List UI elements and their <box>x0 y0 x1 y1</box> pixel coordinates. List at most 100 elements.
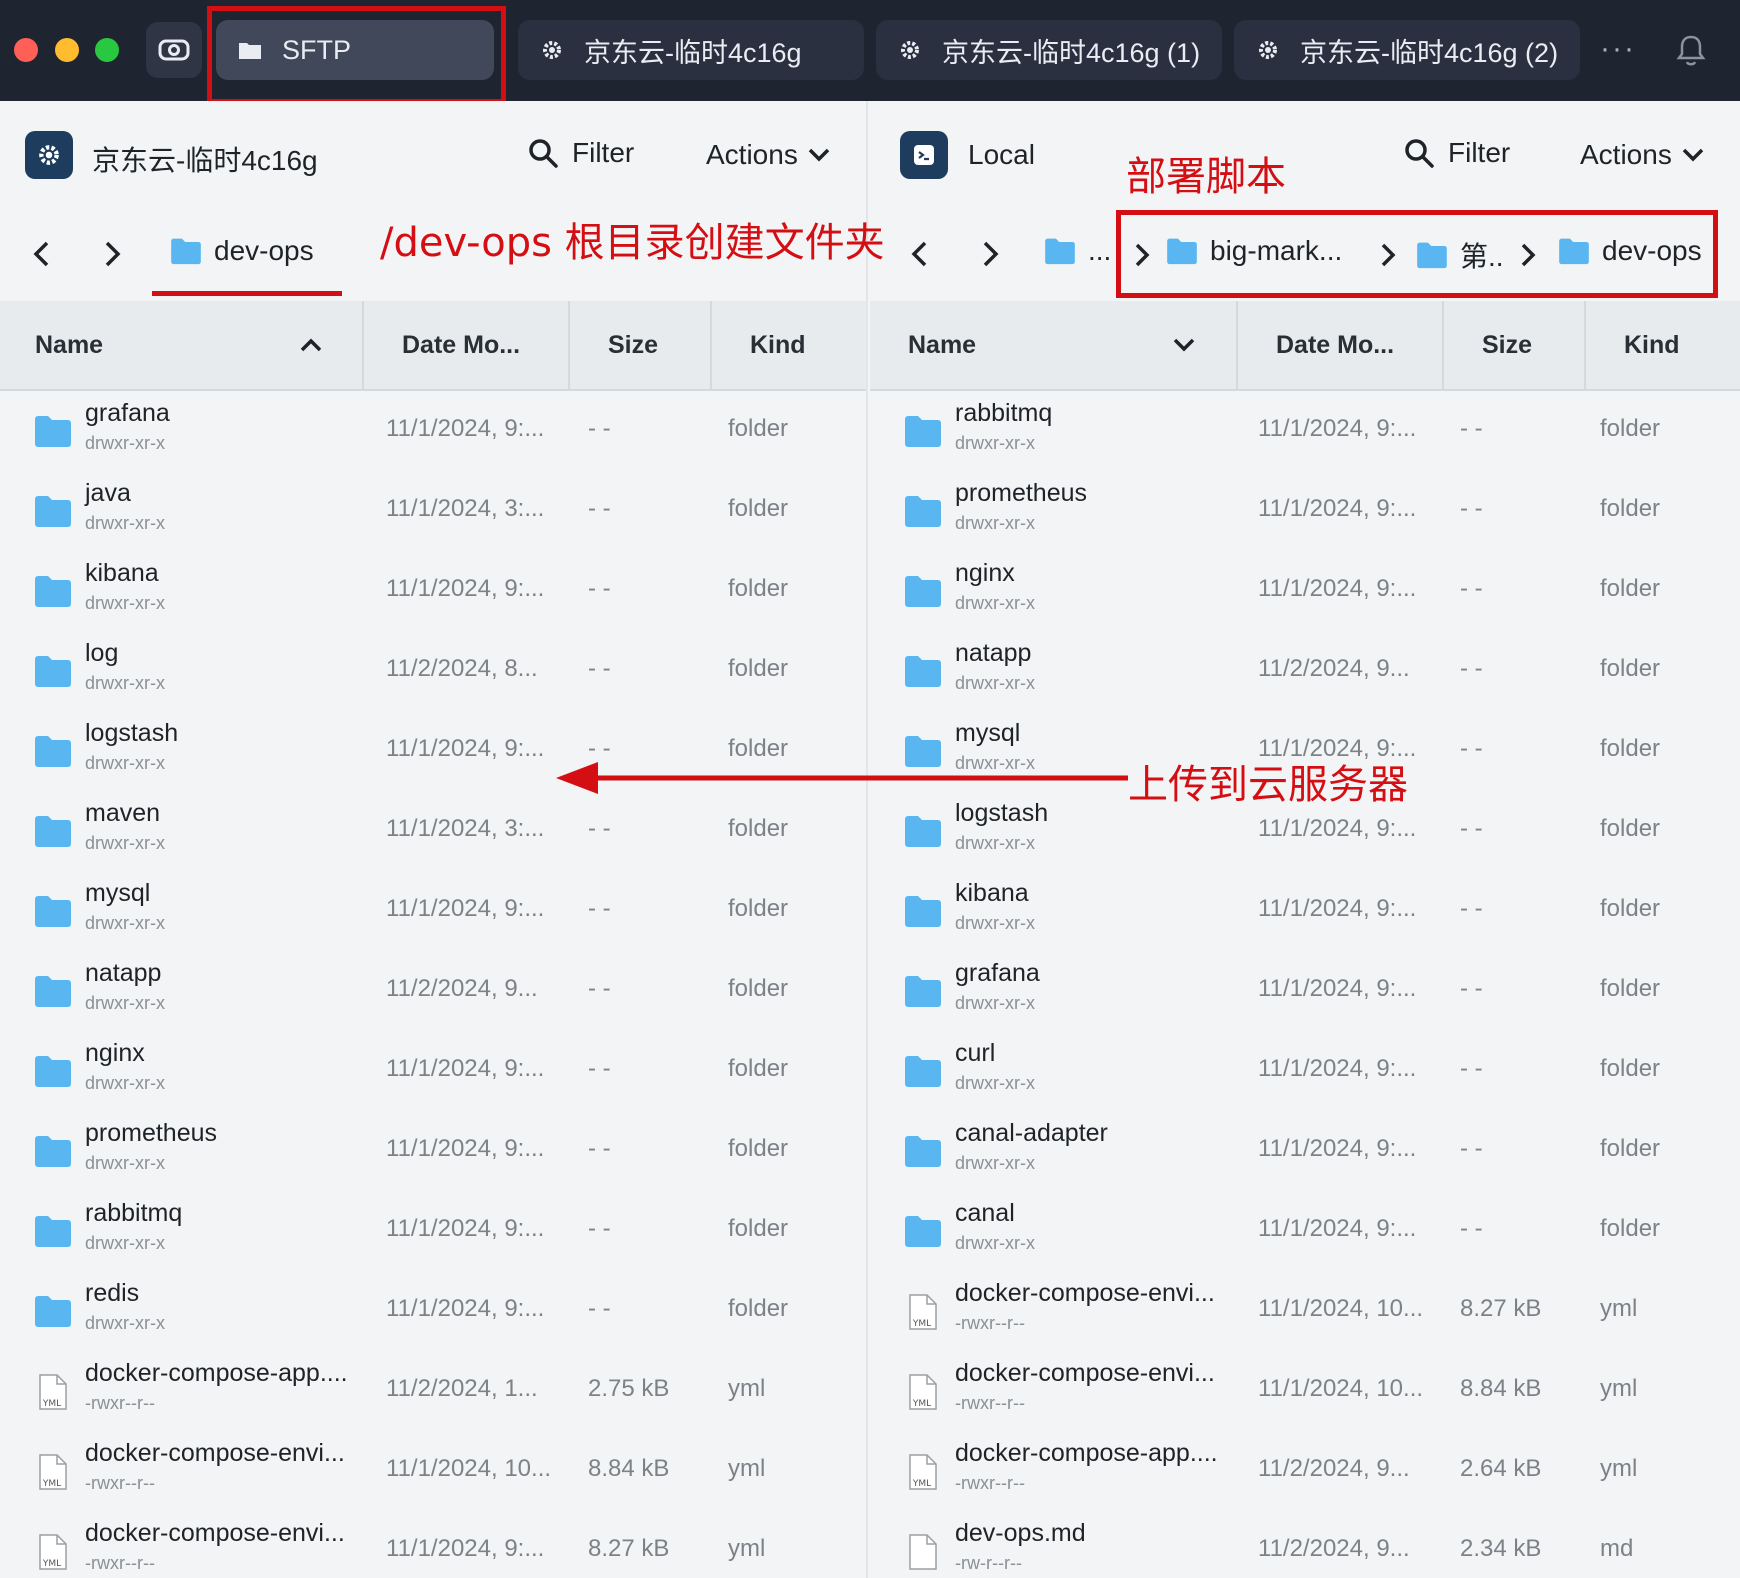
table-row[interactable]: redis drwxr-xr-x 11/1/2024, 9:... - - folder <box>0 1271 866 1351</box>
back-button[interactable] <box>30 239 54 269</box>
kind-column-header[interactable]: Kind <box>710 301 866 389</box>
yml-file-icon: YML <box>38 1533 76 1570</box>
file-date: 11/1/2024, 9:... <box>1258 415 1417 442</box>
breadcrumb-item[interactable]: dev-ops <box>170 235 314 267</box>
file-date: 11/1/2024, 9:... <box>1258 1055 1417 1082</box>
file-kind: folder <box>1600 1215 1661 1242</box>
vaults-button[interactable] <box>146 22 202 78</box>
date-column-header[interactable]: Date Mo... <box>1236 301 1442 389</box>
actions-menu[interactable]: Actions <box>1580 139 1704 171</box>
file-kind: folder <box>728 1295 789 1322</box>
file-kind: yml <box>728 1375 766 1402</box>
table-row[interactable]: curl drwxr-xr-x 11/1/2024, 9:... - - folder <box>870 1031 1740 1111</box>
folder-icon <box>904 573 942 609</box>
table-row[interactable]: dev-ops.md -rw-r--r-- 11/2/2024, 9... 2.34 … <box>870 1511 1740 1578</box>
table-row[interactable]: grafana drwxr-xr-x 11/1/2024, 9:... - - fold… <box>870 951 1740 1031</box>
table-row[interactable]: natapp drwxr-xr-x 11/2/2024, 9... - - folder <box>0 951 866 1031</box>
more-tabs-button[interactable]: ··· <box>1600 32 1636 66</box>
forward-button[interactable] <box>100 239 124 269</box>
table-row[interactable]: nginx drwxr-xr-x 11/1/2024, 9:... - - folder <box>0 1031 866 1111</box>
kind-column-header[interactable]: Kind <box>1584 301 1740 389</box>
back-button[interactable] <box>908 239 932 269</box>
table-row[interactable]: YML docker-compose-envi... -rwxr--r-- 11/1/… <box>870 1271 1740 1351</box>
file-permissions: drwxr-xr-x <box>955 593 1035 613</box>
actions-label: Actions <box>1580 139 1672 170</box>
file-size: 8.27 kB <box>1460 1295 1542 1322</box>
file-name: docker-compose-envi... <box>85 1519 345 1547</box>
file-kind: folder <box>728 895 789 922</box>
file-size: - - <box>1460 415 1483 442</box>
file-date: 11/1/2024, 9:... <box>386 895 545 922</box>
folder-icon <box>34 573 72 609</box>
table-row[interactable]: YML docker-compose-app.... -rwxr--r-- 11/2/… <box>870 1431 1740 1511</box>
table-row[interactable]: java drwxr-xr-x 11/1/2024, 3:... - - folder <box>0 471 866 551</box>
file-date: 11/2/2024, 9... <box>386 975 538 1002</box>
file-size: - - <box>588 495 611 522</box>
table-row[interactable]: natapp drwxr-xr-x 11/2/2024, 9... - - folder <box>870 631 1740 711</box>
close-window-button[interactable] <box>14 38 38 62</box>
breadcrumb-item[interactable]: ... <box>1044 235 1111 267</box>
file-permissions: -rwxr--r-- <box>955 1393 1025 1413</box>
chevron-down-icon <box>1682 148 1704 162</box>
forward-button[interactable] <box>978 239 1002 269</box>
table-row[interactable]: maven drwxr-xr-x 11/1/2024, 3:... - - folder <box>0 791 866 871</box>
table-row[interactable]: log drwxr-xr-x 11/2/2024, 8... - - folder <box>0 631 866 711</box>
file-name: maven <box>85 799 161 827</box>
name-column-header[interactable]: Name <box>35 301 355 389</box>
yml-file-icon: YML <box>38 1453 76 1490</box>
table-row[interactable]: canal drwxr-xr-x 11/1/2024, 9:... - - folder <box>870 1191 1740 1271</box>
folder-icon <box>904 653 942 689</box>
actions-menu[interactable]: Actions <box>706 139 830 171</box>
tab-host-1[interactable]: 京东云-临时4c16g <box>518 20 864 80</box>
filter-button[interactable]: Filter <box>528 137 634 169</box>
table-row[interactable]: YML docker-compose-app.... -rwxr--r-- 11/2/… <box>0 1351 866 1431</box>
table-row[interactable]: kibana drwxr-xr-x 11/1/2024, 9:... - - folde… <box>870 871 1740 951</box>
folder-icon <box>34 893 72 929</box>
table-row[interactable]: rabbitmq drwxr-xr-x 11/1/2024, 9:... - - fol… <box>0 1191 866 1271</box>
table-row[interactable]: rabbitmq drwxr-xr-x 11/1/2024, 9:... - - fol… <box>870 391 1740 471</box>
table-row[interactable]: canal-adapter drwxr-xr-x 11/1/2024, 9:... -… <box>870 1111 1740 1191</box>
minimize-window-button[interactable] <box>55 38 79 62</box>
size-column-header[interactable]: Size <box>1442 301 1584 389</box>
file-permissions: drwxr-xr-x <box>955 673 1035 693</box>
file-name: nginx <box>955 559 1015 587</box>
tab-host-2[interactable]: 京东云-临时4c16g (1) <box>876 20 1222 80</box>
file-size: 2.64 kB <box>1460 1455 1542 1482</box>
table-row[interactable]: grafana drwxr-xr-x 11/1/2024, 9:... - - fold… <box>0 391 866 471</box>
table-row[interactable]: mysql drwxr-xr-x 11/1/2024, 9:... - - folder <box>0 871 866 951</box>
breadcrumb-label: ... <box>1088 235 1112 266</box>
file-permissions: -rwxr--r-- <box>955 1473 1025 1493</box>
table-row[interactable]: YML docker-compose-envi... -rwxr--r-- 11/1/… <box>870 1351 1740 1431</box>
table-row[interactable]: YML docker-compose-envi... -rwxr--r-- 11/1/… <box>0 1431 866 1511</box>
file-date: 11/1/2024, 9:... <box>1258 1135 1417 1162</box>
tab-host-3[interactable]: 京东云-临时4c16g (2) <box>1234 20 1580 80</box>
filter-button[interactable]: Filter <box>1404 137 1510 169</box>
file-kind: folder <box>1600 735 1661 762</box>
file-name: natapp <box>85 959 162 987</box>
table-row[interactable]: prometheus drwxr-xr-x 11/1/2024, 9:... - - f… <box>0 1111 866 1191</box>
file-size: 8.84 kB <box>588 1455 670 1482</box>
table-row[interactable]: kibana drwxr-xr-x 11/1/2024, 9:... - - folde… <box>0 551 866 631</box>
date-column-header[interactable]: Date Mo... <box>362 301 568 389</box>
file-size: - - <box>588 655 611 682</box>
vault-icon <box>158 39 190 61</box>
file-permissions: drwxr-xr-x <box>85 993 165 1013</box>
table-row[interactable]: nginx drwxr-xr-x 11/1/2024, 9:... - - folder <box>870 551 1740 631</box>
table-row[interactable]: prometheus drwxr-xr-x 11/1/2024, 9:... - - f… <box>870 471 1740 551</box>
file-size: - - <box>588 815 611 842</box>
bell-icon[interactable] <box>1676 34 1706 68</box>
table-row[interactable]: YML docker-compose-envi... -rwxr--r-- 11/1/… <box>0 1511 866 1578</box>
name-column-header[interactable]: Name <box>908 301 1228 389</box>
folder-icon <box>904 413 942 449</box>
file-name: logstash <box>85 719 179 747</box>
size-column-header[interactable]: Size <box>568 301 710 389</box>
file-date: 11/2/2024, 9... <box>1258 1535 1410 1562</box>
folder-icon <box>904 1053 942 1089</box>
search-icon <box>1405 139 1434 168</box>
file-name: prometheus <box>955 479 1088 507</box>
file-name: mysql <box>955 719 1021 747</box>
file-name: kibana <box>955 879 1029 907</box>
file-size: 2.75 kB <box>588 1375 670 1402</box>
zoom-window-button[interactable] <box>95 38 119 62</box>
folder-icon <box>34 413 72 449</box>
